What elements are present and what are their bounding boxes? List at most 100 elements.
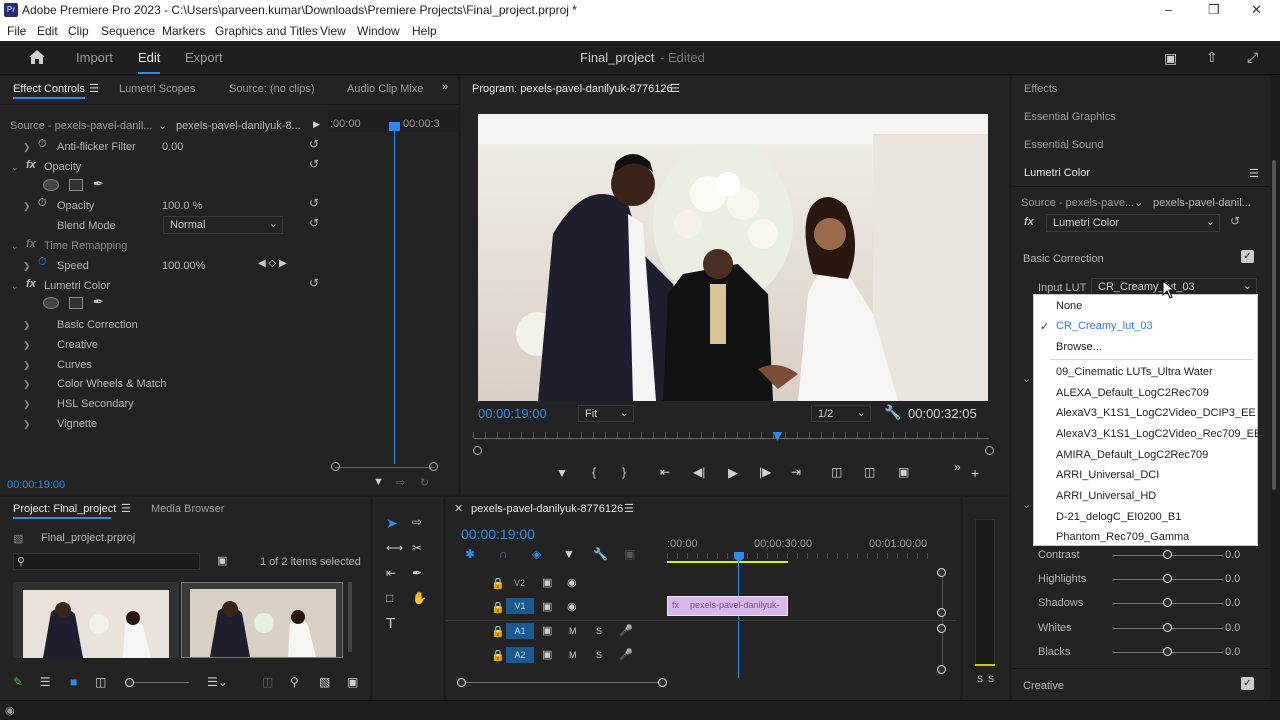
basic-correction-row[interactable]: Basic Correction	[57, 319, 138, 331]
mute-button[interactable]: M	[569, 650, 577, 660]
curves-row[interactable]: Curves	[57, 359, 92, 371]
vertical-zoom-handle[interactable]	[937, 624, 946, 633]
solo-button[interactable]: S	[596, 650, 602, 660]
hsl-secondary-row[interactable]: HSL Secondary	[57, 398, 134, 410]
collapse-arrow-icon[interactable]: ⌄	[1022, 498, 1031, 511]
export-icon[interactable]: ⇨	[396, 476, 405, 489]
contrast-knob[interactable]	[1163, 550, 1172, 559]
play-only-icon[interactable]: ▶	[313, 119, 320, 130]
meter-solo-right[interactable]: S	[988, 674, 994, 684]
speed-value[interactable]: 100.00%	[162, 260, 205, 272]
add-button-icon[interactable]: +	[971, 465, 979, 481]
fx-icon[interactable]: fx	[1024, 216, 1034, 228]
ellipse-mask-icon[interactable]	[43, 179, 59, 191]
linked-selection-icon[interactable]: ◈	[532, 547, 541, 561]
step-forward-icon[interactable]: |▶	[759, 465, 771, 479]
ec-clip-label[interactable]: pexels-pavel-danilyuk-8...	[176, 120, 301, 132]
project-scrollbar[interactable]	[348, 582, 352, 652]
toggle-sync-icon[interactable]: ▣	[542, 648, 552, 661]
lut-option-browse[interactable]: Browse...	[1056, 341, 1102, 353]
find-icon[interactable]: ⚲	[290, 675, 299, 689]
essential-graphics-section[interactable]: Essential Graphics	[1024, 111, 1116, 123]
home-icon[interactable]	[28, 49, 46, 65]
freeform-view-icon[interactable]: ◫	[95, 675, 106, 689]
effect-dropdown[interactable]: Lumetri Color ⌄	[1046, 214, 1220, 232]
menu-clip[interactable]: Clip	[68, 24, 89, 38]
lock-icon[interactable]: 🔒	[491, 601, 505, 614]
expand-arrow-icon[interactable]: ❯	[23, 320, 31, 331]
menu-file[interactable]: File	[7, 24, 26, 38]
ellipse-mask-icon[interactable]	[43, 297, 59, 309]
expand-arrow-icon[interactable]: ❯	[23, 419, 31, 430]
clip-thumbnail[interactable]	[13, 582, 179, 658]
mute-button[interactable]: M	[569, 626, 577, 636]
solo-button[interactable]: S	[596, 626, 602, 636]
collapse-arrow-icon[interactable]: ⌄	[1022, 372, 1031, 385]
creative-header[interactable]: Creative	[1023, 680, 1064, 692]
lut-option[interactable]: D-21_delogC_EI0200_B1	[1056, 511, 1181, 523]
menu-graphics[interactable]: Graphics and Titles	[215, 24, 318, 38]
track-label-v2[interactable]: V2	[514, 578, 525, 588]
rectangle-mask-icon[interactable]	[69, 297, 83, 309]
expand-arrow-icon[interactable]: ❯	[23, 379, 31, 390]
ec-zoom-scrollbar[interactable]	[335, 467, 435, 468]
close-tab-icon[interactable]: ✕	[454, 502, 463, 515]
menu-markers[interactable]: Markers	[162, 24, 205, 38]
lut-option[interactable]: AlexaV3_K1S1_LogC2Video_DCIP3_EE	[1056, 407, 1256, 419]
vertical-zoom-handle[interactable]	[937, 665, 946, 674]
video-clip[interactable]: fx pexels-pavel-danilyuk-	[667, 596, 788, 616]
tab-project[interactable]: Project: Final_project	[13, 503, 116, 515]
horizontal-zoom-bar[interactable]	[462, 682, 662, 683]
menu-edit[interactable]: Edit	[37, 24, 58, 38]
lut-option[interactable]: AMIRA_Default_LogC2Rec709	[1056, 449, 1208, 461]
vertical-zoom-handle[interactable]	[937, 608, 946, 617]
menu-help[interactable]: Help	[412, 24, 437, 38]
horizontal-zoom-handle[interactable]	[457, 678, 466, 687]
clip-thumbnail-selected[interactable]	[181, 582, 343, 658]
fx-icon[interactable]: fx	[26, 278, 36, 290]
vertical-zoom-handle[interactable]	[937, 568, 946, 577]
whites-knob[interactable]	[1163, 623, 1172, 632]
tab-audio-clip-mixer[interactable]: Audio Clip Mixe	[347, 83, 423, 95]
blacks-value[interactable]: 0.0	[1225, 646, 1240, 658]
tab-source[interactable]: Source: (no clips)	[229, 83, 315, 95]
stopwatch-icon[interactable]: ⏱	[38, 256, 47, 269]
expand-arrow-icon[interactable]: ❯	[23, 201, 31, 212]
lock-icon[interactable]: 🔒	[491, 649, 505, 662]
zoom-slider-knob[interactable]	[125, 678, 134, 687]
automate-icon[interactable]: ◫	[262, 675, 273, 689]
track-target-a2[interactable]: A2	[506, 647, 534, 663]
quick-export-icon[interactable]: ▣	[1164, 50, 1177, 67]
pen-tool-icon[interactable]: ✒	[412, 566, 422, 580]
selection-tool-icon[interactable]: ➤	[386, 515, 398, 532]
keyframe-nav-icon[interactable]: ◀ ◇ ▶	[258, 258, 287, 269]
toggle-sync-icon[interactable]: ▣	[542, 600, 552, 613]
workspace-export[interactable]: Export	[185, 50, 223, 65]
project-search-input[interactable]: ⚲	[13, 553, 200, 570]
menu-window[interactable]: Window	[357, 24, 400, 38]
nest-icon[interactable]: ✱	[465, 547, 475, 561]
work-area-bar[interactable]	[667, 561, 788, 563]
creative-row[interactable]: Creative	[57, 339, 98, 351]
menu-sequence[interactable]: Sequence	[101, 24, 155, 38]
timeline-timecode[interactable]: 00:00:19:00	[461, 526, 535, 542]
wrench-icon[interactable]: 🔧	[884, 404, 901, 421]
slip-tool-icon[interactable]: ⇤	[386, 566, 396, 580]
vignette-row[interactable]: Vignette	[57, 418, 97, 430]
whites-value[interactable]: 0.0	[1225, 622, 1240, 634]
expand-arrow-icon[interactable]: ❯	[23, 340, 31, 351]
shadows-knob[interactable]	[1163, 598, 1172, 607]
reset-icon[interactable]: ↺	[309, 196, 319, 210]
ec-playhead[interactable]	[394, 124, 395, 464]
ec-playhead-handle[interactable]	[389, 122, 400, 131]
vertical-zoom-bar[interactable]	[942, 573, 943, 673]
go-to-in-icon[interactable]: ⇤	[660, 465, 670, 479]
reset-icon[interactable]: ↺	[1230, 214, 1240, 228]
workspace-edit[interactable]: Edit	[138, 50, 160, 65]
rectangle-mask-icon[interactable]	[69, 179, 83, 191]
step-back-icon[interactable]: ◀|	[693, 465, 705, 479]
chevron-down-icon[interactable]: ⌄	[158, 119, 167, 132]
chevron-down-icon[interactable]: ⌄	[1134, 196, 1143, 209]
lock-icon[interactable]: 🔒	[491, 625, 505, 638]
expand-arrow-icon[interactable]: ❯	[23, 399, 31, 410]
